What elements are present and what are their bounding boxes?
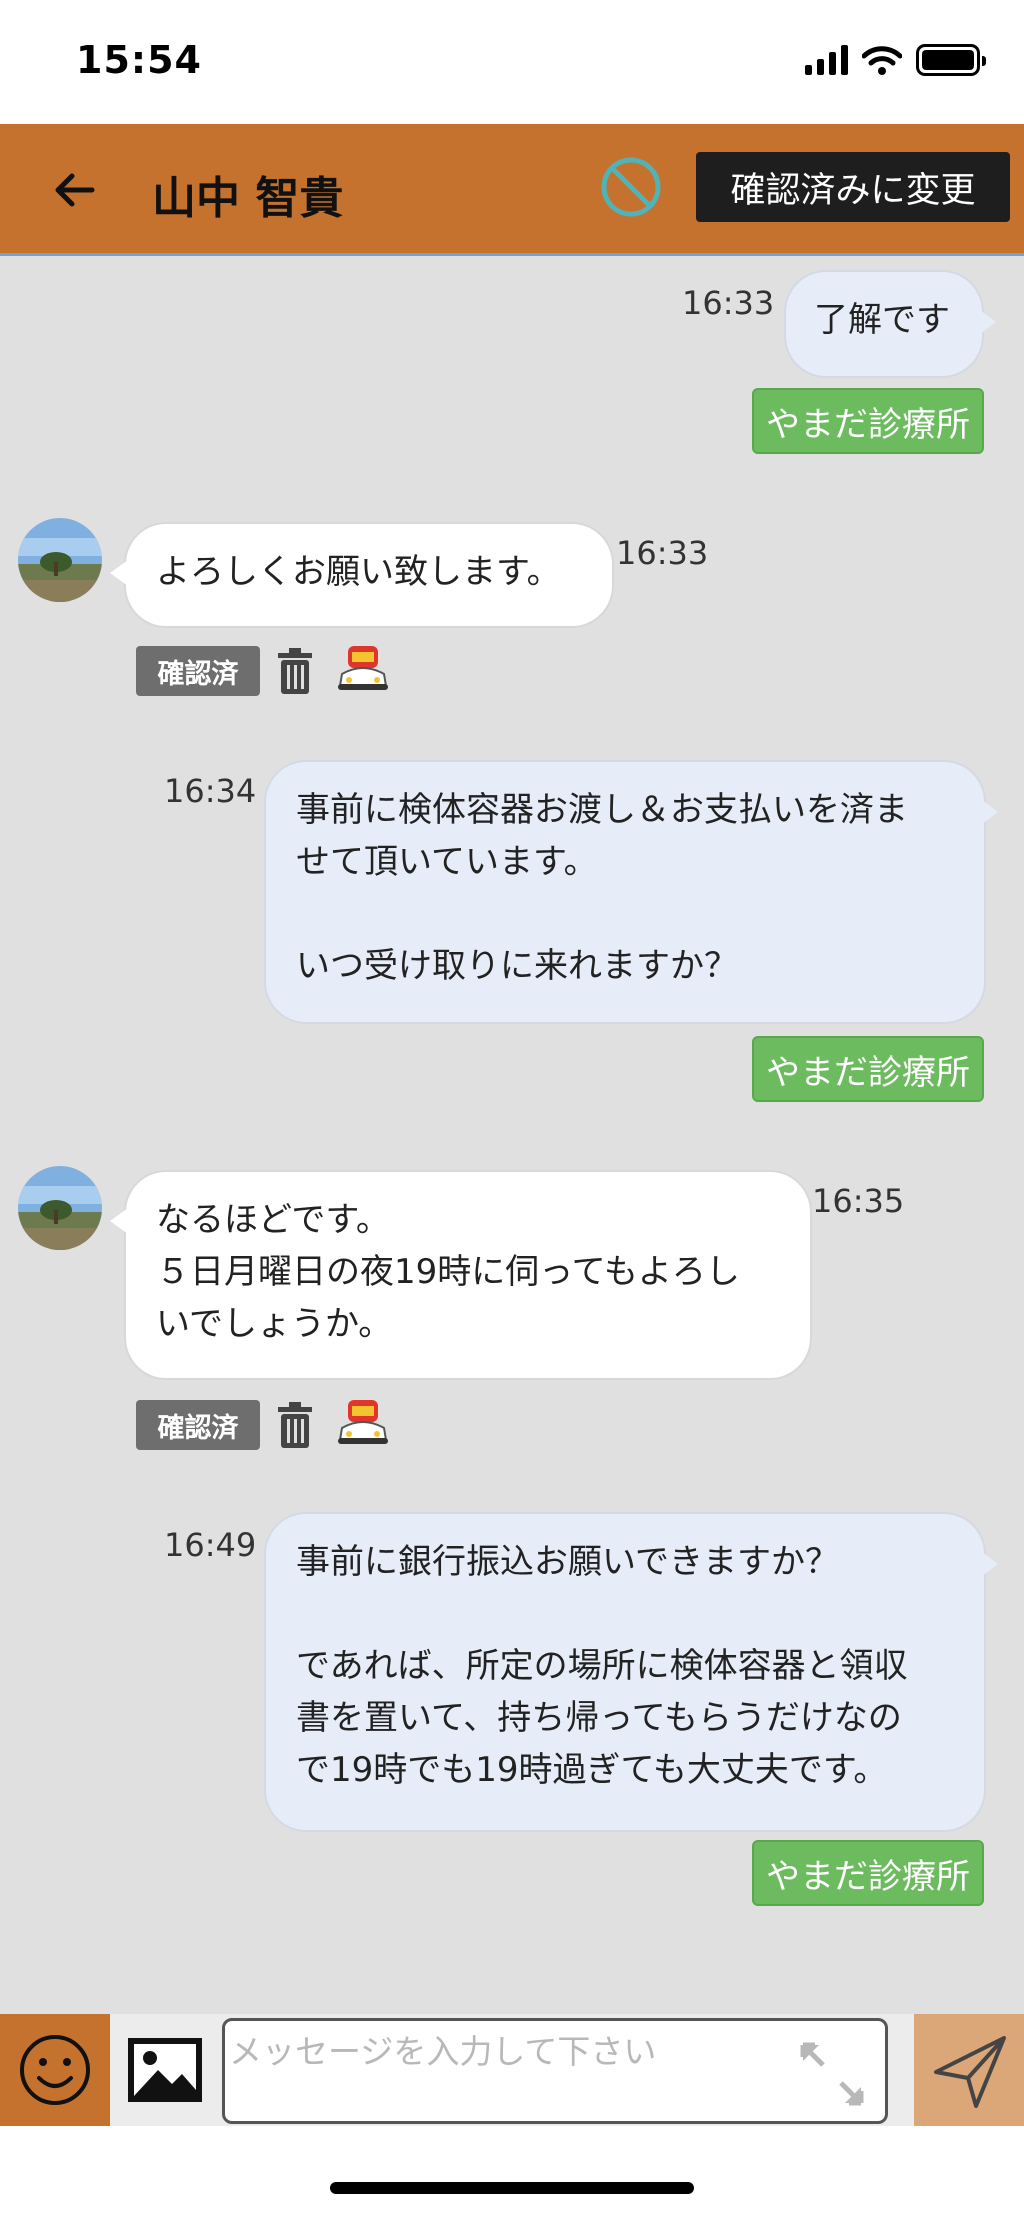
input-placeholder: メッセージを入力して下さい <box>229 2032 657 2071</box>
message-text-line: ５日月曜日の夜19時に伺ってもよろし <box>156 1252 740 1292</box>
message-text-line: 事前に銀行振込お願いできますか？ <box>296 1542 839 1582</box>
battery-icon <box>916 44 986 76</box>
message-text: よろしくお願い致します。 <box>156 552 561 592</box>
smiley-icon <box>20 2035 90 2105</box>
message-text-line: いつ受け取りに来れますか？ <box>296 946 738 986</box>
mark-confirmed-button[interactable]: 確認済みに変更 <box>696 152 1010 222</box>
their-message-bubble: なるほどです。 ５日月曜日の夜19時に伺ってもよろし いでしょうか。 <box>110 1170 812 1380</box>
status-icons <box>805 44 986 76</box>
send-button[interactable] <box>914 2014 1024 2126</box>
home-bar <box>0 2126 1024 2216</box>
message-text-line: なるほどです。 <box>156 1200 390 1240</box>
image-upload-icon[interactable] <box>120 2028 210 2112</box>
message-text-line: いでしょうか。 <box>156 1304 393 1344</box>
message-input-bar: メッセージを入力して下さい <box>0 2014 1024 2126</box>
message-time: 16:35 <box>812 1182 905 1220</box>
message-text: 了解です <box>814 300 950 340</box>
my-message-bubble: 事前に銀行振込お願いできますか？ であれば、所定の場所に検体容器と領収 書を置い… <box>264 1512 998 1832</box>
contact-name: 山中 智貴 <box>152 173 344 224</box>
message-text-line: 書を置いて、持ち帰ってもらうだけなの <box>296 1698 902 1738</box>
message-time: 16:33 <box>682 284 775 322</box>
signal-icon <box>805 45 848 75</box>
message-time: 16:34 <box>164 772 257 810</box>
message-text-line: で19時でも19時過ぎても大丈夫です。 <box>296 1750 888 1790</box>
my-message-bubble: 了解です <box>784 270 996 378</box>
status-time: 15:54 <box>76 38 202 82</box>
my-message-bubble: 事前に検体容器お渡し＆お支払いを済ま せて頂いています。 いつ受け取りに来れます… <box>264 760 998 1024</box>
avatar-image <box>18 518 102 602</box>
sender-tag: やまだ診療所 <box>752 1840 984 1906</box>
avatar-image <box>18 1166 102 1250</box>
status-bar: 15:54 <box>0 0 1024 124</box>
report-siren-icon[interactable] <box>336 1398 390 1446</box>
emoji-button[interactable] <box>0 2014 110 2126</box>
expand-icon[interactable] <box>797 2039 867 2109</box>
report-siren-icon[interactable] <box>336 644 390 692</box>
block-icon[interactable] <box>598 154 664 220</box>
their-message-bubble: よろしくお願い致します。 <box>110 522 614 628</box>
home-indicator[interactable] <box>330 2182 694 2194</box>
trash-icon[interactable] <box>276 648 314 694</box>
avatar[interactable] <box>18 1166 102 1250</box>
trash-icon[interactable] <box>276 1402 314 1448</box>
message-input[interactable]: メッセージを入力して下さい <box>222 2018 888 2124</box>
sender-tag: やまだ診療所 <box>752 1036 984 1102</box>
send-icon <box>934 2036 1006 2108</box>
back-arrow-icon[interactable] <box>48 164 100 216</box>
sender-tag: やまだ診療所 <box>752 388 984 454</box>
confirmed-badge[interactable]: 確認済 <box>136 1400 260 1450</box>
message-time: 16:33 <box>616 534 709 572</box>
message-text-line: せて頂いています。 <box>296 842 598 882</box>
message-time: 16:49 <box>164 1526 257 1564</box>
message-text-line: 事前に検体容器お渡し＆お支払いを済ま <box>296 790 908 830</box>
message-text-line: であれば、所定の場所に検体容器と領収 <box>296 1646 908 1686</box>
chat-header: 山中 智貴 確認済みに変更 <box>0 124 1024 256</box>
avatar[interactable] <box>18 518 102 602</box>
wifi-icon <box>862 46 902 75</box>
confirmed-badge[interactable]: 確認済 <box>136 646 260 696</box>
